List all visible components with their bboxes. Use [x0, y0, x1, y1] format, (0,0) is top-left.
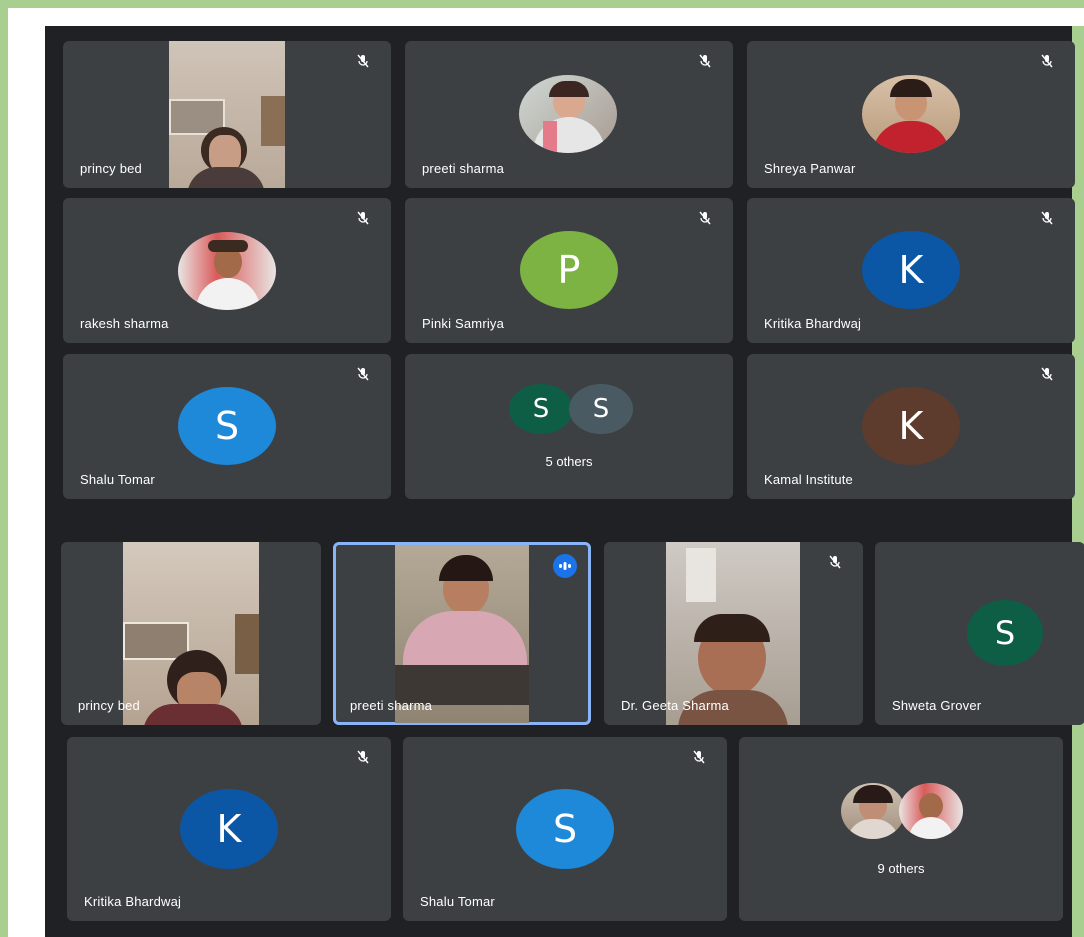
participant-avatar-photo	[519, 75, 617, 153]
others-count: 5 others	[545, 454, 593, 469]
mic-off-icon	[827, 554, 843, 570]
avatar-letter: S	[994, 614, 1016, 652]
mic-off-icon	[355, 366, 371, 382]
participant-name: Shalu Tomar	[420, 894, 495, 909]
participant-avatar: S	[967, 600, 1043, 666]
mic-off-icon	[1039, 53, 1055, 69]
participant-name: Kamal Institute	[764, 472, 853, 487]
mic-off-icon	[697, 53, 713, 69]
participant-tile[interactable]: K Kritika Bhardwaj	[747, 198, 1075, 343]
others-count: 9 others	[877, 861, 925, 876]
participant-avatar: P	[520, 231, 618, 309]
avatar-letter: S	[552, 807, 578, 851]
participant-tile[interactable]: K Kamal Institute	[747, 354, 1075, 499]
mic-off-icon	[1039, 366, 1055, 382]
avatar-letter: K	[898, 248, 924, 292]
participant-tile[interactable]: princy bed	[63, 41, 391, 188]
avatar-letter: K	[216, 807, 242, 851]
participant-video	[169, 41, 285, 188]
image-border-left	[8, 8, 45, 937]
participant-tile[interactable]: S Shweta Grover	[875, 542, 1084, 725]
participant-avatar: K	[862, 231, 960, 309]
avatar-letter: K	[898, 404, 924, 448]
page: princy bed preeti sharma Shreya Panwar r…	[0, 0, 1084, 937]
participant-name: Kritika Bhardwaj	[84, 894, 182, 909]
participant-name: Shweta Grover	[892, 698, 982, 713]
participant-tile[interactable]: Dr. Geeta Sharma	[604, 542, 863, 725]
participant-name: Kritika Bhardwaj	[764, 316, 862, 331]
participant-name: preeti sharma	[350, 698, 433, 713]
participant-avatar-photo	[862, 75, 960, 153]
participant-avatar: S	[178, 387, 276, 465]
mic-off-icon	[355, 53, 371, 69]
participant-tile[interactable]: P Pinki Samriya	[405, 198, 733, 343]
meeting-grid-bottom: princy bed preeti sharma Dr. Geeta Sharm…	[45, 506, 1084, 937]
avatar-letter: S	[532, 394, 550, 424]
mic-off-icon	[355, 210, 371, 226]
participant-name: Dr. Geeta Sharma	[621, 698, 729, 713]
participant-name: rakesh sharma	[80, 316, 169, 331]
participant-name: Pinki Samriya	[422, 316, 505, 331]
participant-avatar-photo	[178, 232, 276, 310]
mic-off-icon	[355, 749, 371, 765]
participant-tile-active[interactable]: preeti sharma	[333, 542, 591, 725]
participant-name: Shalu Tomar	[80, 472, 155, 487]
others-avatar: S	[509, 384, 573, 434]
participant-tile[interactable]: preeti sharma	[405, 41, 733, 188]
others-tile[interactable]: 9 others	[739, 737, 1063, 921]
others-avatar: S	[569, 384, 633, 434]
participant-tile[interactable]: K Kritika Bhardwaj	[67, 737, 391, 921]
participant-tile[interactable]: S Shalu Tomar	[63, 354, 391, 499]
mic-off-icon	[697, 210, 713, 226]
others-avatar-photo	[899, 783, 963, 839]
participant-avatar: K	[862, 387, 960, 465]
participant-avatar: K	[180, 789, 278, 869]
participant-tile[interactable]: Shreya Panwar	[747, 41, 1075, 188]
participant-video	[395, 545, 529, 723]
others-tile[interactable]: S S 5 others	[405, 354, 733, 499]
participant-name: princy bed	[80, 161, 142, 176]
meeting-grid-top: princy bed preeti sharma Shreya Panwar r…	[45, 26, 1075, 506]
participant-tile[interactable]: rakesh sharma	[63, 198, 391, 343]
avatar-letter: P	[557, 248, 581, 292]
participant-tile[interactable]: S Shalu Tomar	[403, 737, 727, 921]
others-avatar-photo	[841, 783, 905, 839]
mic-off-icon	[1039, 210, 1055, 226]
image-border-top	[8, 8, 1084, 26]
participant-name: preeti sharma	[422, 161, 505, 176]
participant-name: Shreya Panwar	[764, 161, 856, 176]
mic-off-icon	[691, 749, 707, 765]
participant-tile[interactable]: princy bed	[61, 542, 321, 725]
audio-level-icon	[553, 554, 577, 578]
participant-video	[123, 542, 259, 725]
avatar-letter: S	[592, 394, 610, 424]
participant-name: princy bed	[78, 698, 140, 713]
participant-avatar: S	[516, 789, 614, 869]
avatar-letter: S	[214, 404, 240, 448]
